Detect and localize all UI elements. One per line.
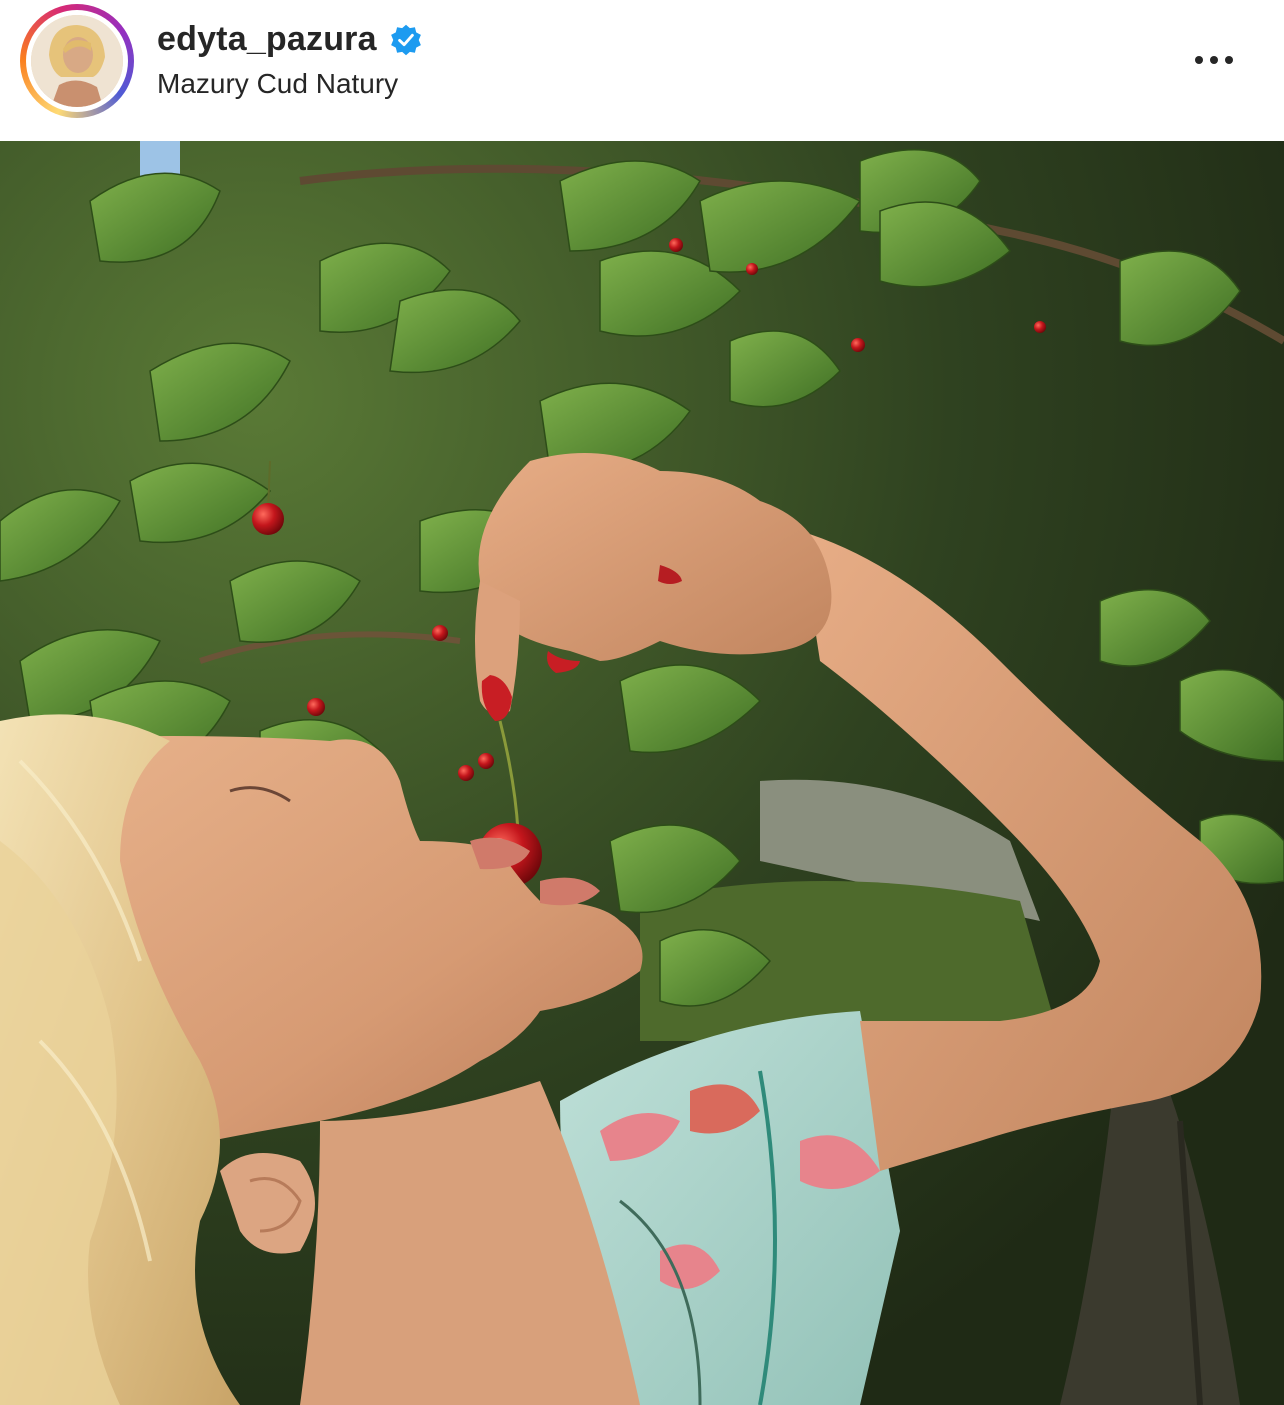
story-ring[interactable] [20,4,134,118]
more-horizontal-icon [1195,56,1203,64]
avatar[interactable] [31,15,123,107]
post-photo[interactable] [0,141,1284,1405]
verified-badge-icon [389,23,423,57]
instagram-post: edyta_pazura Mazury Cud Natury [0,0,1284,1405]
more-horizontal-icon [1210,56,1218,64]
username[interactable]: edyta_pazura [157,20,377,59]
more-options-button[interactable] [1184,40,1244,80]
post-header: edyta_pazura Mazury Cud Natury [0,0,1284,140]
more-horizontal-icon [1225,56,1233,64]
avatar-border [26,10,128,112]
location-link[interactable]: Mazury Cud Natury [157,68,398,100]
username-row: edyta_pazura [157,20,423,59]
